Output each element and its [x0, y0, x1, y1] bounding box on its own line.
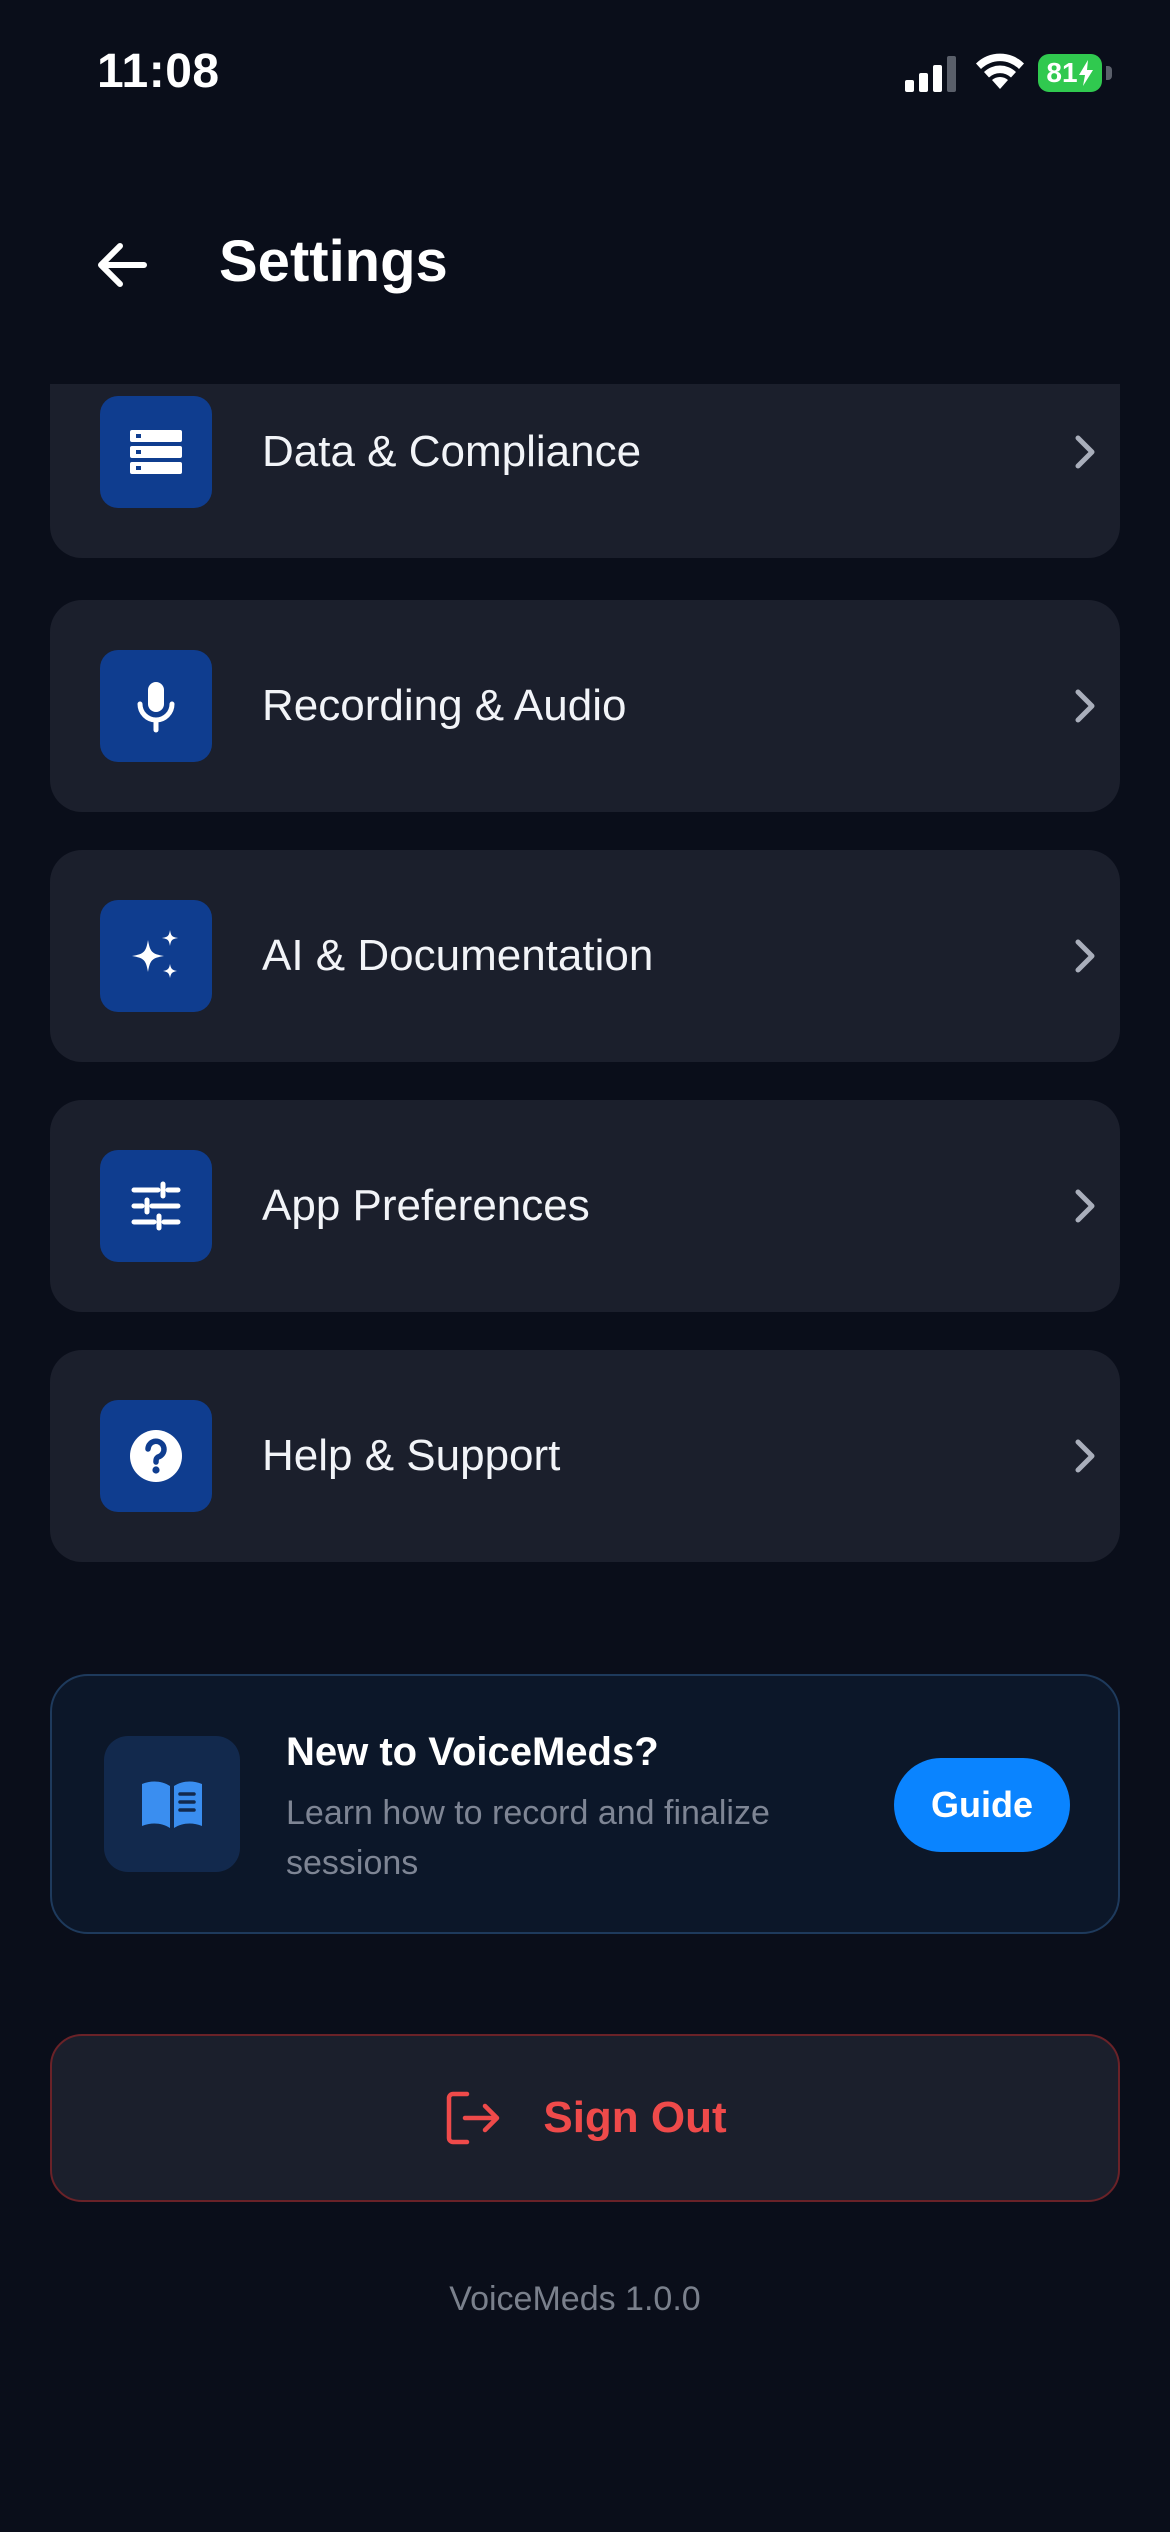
- help-circle-icon: [130, 1430, 182, 1482]
- settings-item-app-preferences[interactable]: App Preferences: [50, 1100, 1120, 1312]
- icon-box: [100, 1150, 212, 1262]
- status-bar: 11:08 81: [0, 0, 1170, 150]
- header: Settings: [0, 200, 1170, 330]
- logout-icon: [447, 2091, 500, 2145]
- settings-item-help-support[interactable]: Help & Support: [50, 1350, 1120, 1562]
- chevron-right-icon: [1075, 1189, 1095, 1223]
- icon-box: [100, 1400, 212, 1512]
- onboarding-guide-card: New to VoiceMeds? Learn how to record an…: [50, 1674, 1120, 1934]
- page-title: Settings: [219, 229, 448, 294]
- settings-item-label: AI & Documentation: [262, 931, 654, 980]
- cellular-signal-icon: [905, 56, 956, 92]
- battery-icon: 81: [1038, 54, 1112, 92]
- settings-item-label: Help & Support: [262, 1431, 561, 1480]
- settings-item-recording-audio[interactable]: Recording & Audio: [50, 600, 1120, 812]
- chevron-right-icon: [1075, 1439, 1095, 1473]
- sign-out-button[interactable]: Sign Out: [50, 2034, 1120, 2202]
- settings-item-label: Recording & Audio: [262, 681, 627, 730]
- arrow-left-icon: [98, 243, 147, 287]
- guide-button[interactable]: Guide: [894, 1758, 1070, 1852]
- icon-box: [100, 900, 212, 1012]
- chevron-right-icon: [1075, 939, 1095, 973]
- settings-item-label: Data & Compliance: [262, 427, 642, 476]
- book-open-icon: [142, 1781, 202, 1828]
- battery-tip: [1106, 66, 1112, 80]
- battery-level: 81: [1038, 54, 1102, 92]
- settings-list: Data & Compliance Recording & Audio AI &…: [0, 384, 1170, 1584]
- settings-item-label: App Preferences: [262, 1181, 590, 1230]
- chevron-right-icon: [1075, 435, 1095, 469]
- icon-box: [100, 650, 212, 762]
- guide-title: New to VoiceMeds?: [286, 1730, 659, 1774]
- guide-subtitle: Learn how to record and finalize session…: [286, 1794, 770, 1882]
- battery-percentage: 81: [1046, 57, 1078, 88]
- microphone-icon: [137, 682, 175, 733]
- settings-item-data-compliance[interactable]: Data & Compliance: [50, 384, 1120, 558]
- sliders-icon: [131, 1181, 181, 1231]
- sign-out-label: Sign Out: [543, 2093, 727, 2142]
- charging-bolt-icon: [1078, 60, 1093, 86]
- app-version: VoiceMeds 1.0.0: [449, 2280, 701, 2318]
- chevron-right-icon: [1075, 689, 1095, 723]
- database-icon: [130, 430, 182, 474]
- sparkles-icon: [132, 930, 178, 978]
- settings-item-ai-documentation[interactable]: AI & Documentation: [50, 850, 1120, 1062]
- back-button[interactable]: [80, 230, 162, 300]
- status-time: 11:08: [97, 45, 220, 98]
- guide-icon-box: [104, 1736, 240, 1872]
- wifi-icon: [976, 53, 1024, 89]
- icon-box: [100, 396, 212, 508]
